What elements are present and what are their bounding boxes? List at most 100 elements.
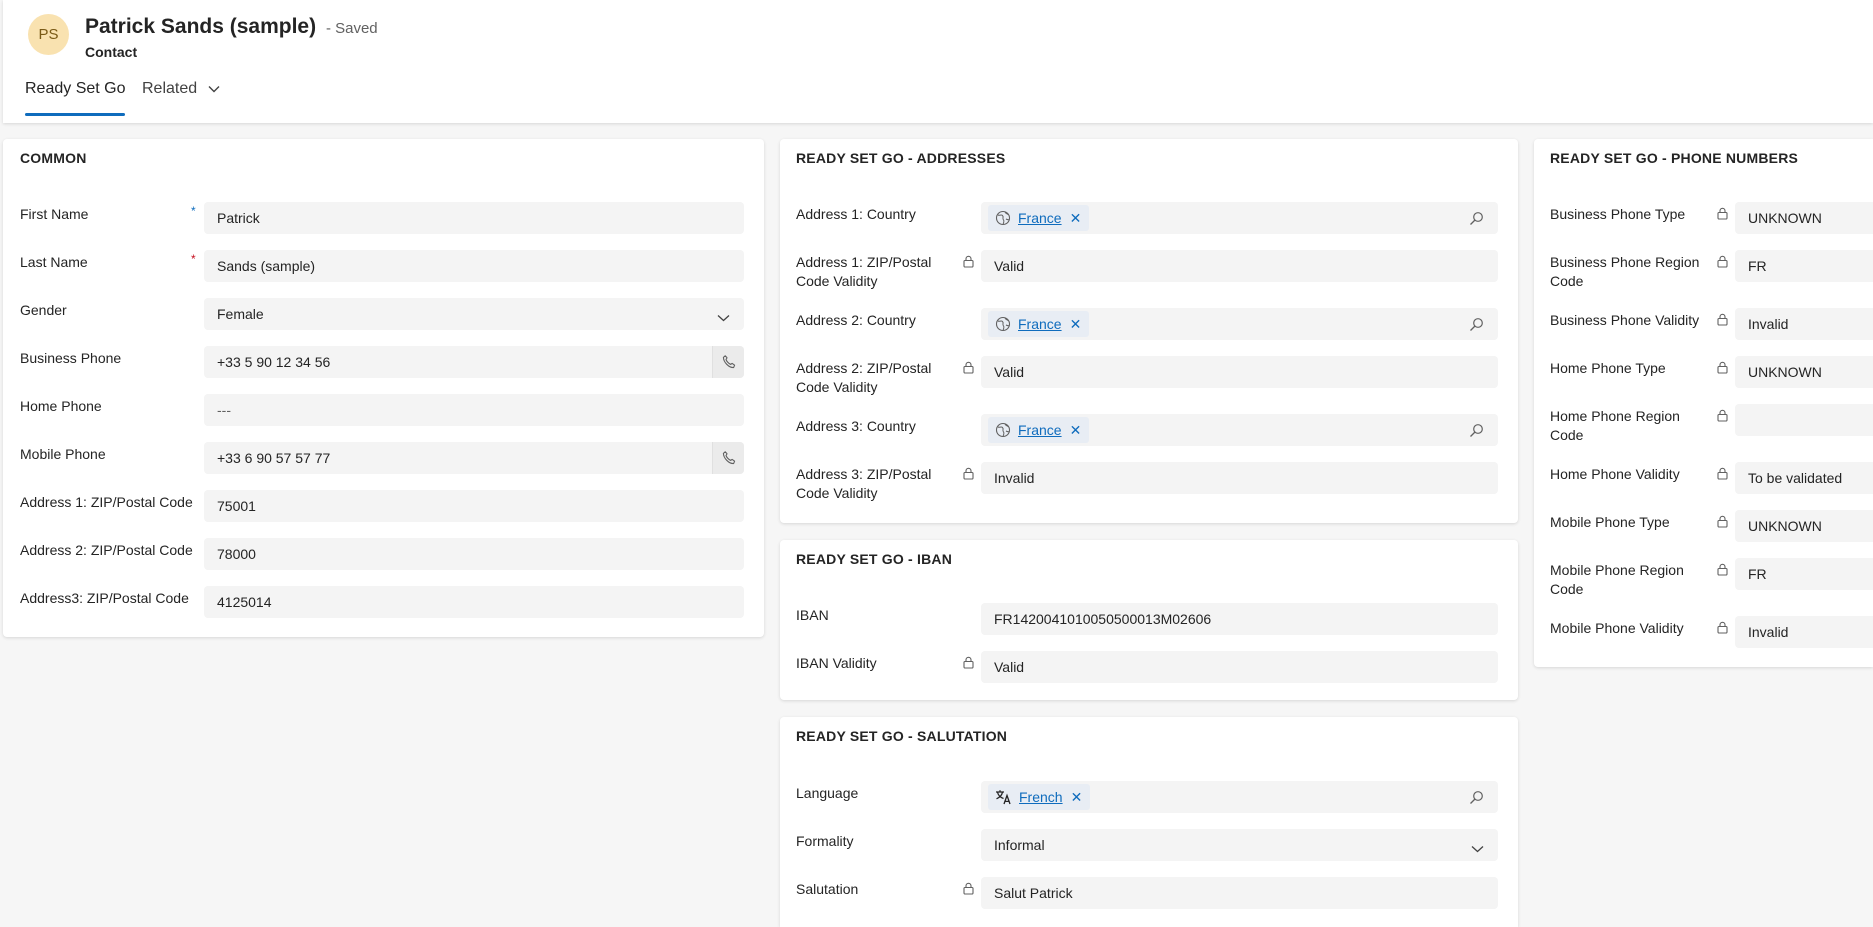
label-mobile-phone-validity: Mobile Phone Validity <box>1550 620 1684 636</box>
lock-icon <box>1717 515 1728 533</box>
label-line: Code <box>1550 427 1584 443</box>
label-address3-zip-validity: Address 3: ZIP/Postal Code Validity <box>796 465 931 503</box>
lock-icon <box>1717 409 1728 427</box>
label-salutation: Salutation <box>796 881 859 897</box>
label-line: Address 2: ZIP/Postal <box>796 360 932 376</box>
tab-related[interactable]: Related <box>142 80 220 98</box>
search-icon[interactable] <box>1469 423 1484 441</box>
label-line: Code Validity <box>796 273 878 289</box>
field-value: Invalid <box>994 470 1035 486</box>
country-link[interactable]: France <box>1018 210 1062 226</box>
chevron-down-icon <box>717 309 730 325</box>
field-value: Valid <box>994 258 1025 274</box>
language-link[interactable]: French <box>1019 789 1063 805</box>
first-name-field[interactable]: Patrick <box>204 202 744 234</box>
lock-icon <box>1717 255 1728 273</box>
entity-name: Contact <box>85 44 138 60</box>
field-value: Informal <box>994 837 1045 853</box>
tab-label: Related <box>142 80 198 98</box>
search-icon[interactable] <box>1469 317 1484 335</box>
lock-icon <box>963 656 974 674</box>
field-value: 78000 <box>217 546 256 562</box>
iban-validity-field: Valid <box>981 651 1498 683</box>
close-icon[interactable]: ✕ <box>1070 210 1082 227</box>
address1-zip-field[interactable]: 75001 <box>204 490 744 522</box>
field-value: Salut Patrick <box>994 885 1073 901</box>
label-line: Code Validity <box>796 379 878 395</box>
lock-icon <box>963 255 974 273</box>
mobile-phone-region-field: FR <box>1735 558 1873 590</box>
call-mobile-phone-button[interactable] <box>712 442 744 474</box>
formality-dropdown[interactable]: Informal <box>981 829 1498 861</box>
label-business-phone-validity: Business Phone Validity <box>1550 312 1700 328</box>
field-value: Valid <box>994 364 1025 380</box>
business-phone-field[interactable]: +33 5 90 12 34 56 <box>204 346 744 378</box>
label-line: Home Phone Region <box>1550 408 1680 424</box>
country-link[interactable]: France <box>1018 422 1062 438</box>
lock-icon <box>1717 313 1728 331</box>
field-value: 4125014 <box>217 594 272 610</box>
label-line: Business Phone Region <box>1550 254 1700 270</box>
label-home-phone-type: Home Phone Type <box>1550 360 1666 376</box>
close-icon[interactable]: ✕ <box>1070 422 1082 439</box>
business-phone-region-field: FR <box>1735 250 1873 282</box>
field-value: Female <box>217 306 264 322</box>
recommended-indicator: * <box>191 204 196 218</box>
search-icon[interactable] <box>1469 790 1484 808</box>
last-name-field[interactable]: Sands (sample) <box>204 250 744 282</box>
language-lookup[interactable]: French ✕ <box>981 781 1498 813</box>
field-value: FR <box>1748 258 1767 274</box>
field-value: FR1420041010050500013M02606 <box>994 611 1212 627</box>
address3-zip-field[interactable]: 4125014 <box>204 586 744 618</box>
salutation-field: Salut Patrick <box>981 877 1498 909</box>
address3-zip-validity-field: Invalid <box>981 462 1498 494</box>
close-icon[interactable]: ✕ <box>1071 789 1083 806</box>
section-title-addresses: READY SET GO - ADDRESSES <box>796 150 1006 166</box>
country-chip[interactable]: France ✕ <box>988 205 1090 231</box>
lock-icon <box>963 467 974 485</box>
label-business-phone: Business Phone <box>20 350 122 366</box>
search-icon[interactable] <box>1469 211 1484 229</box>
home-phone-field[interactable]: --- <box>204 394 744 426</box>
home-phone-type-field: UNKNOWN <box>1735 356 1873 388</box>
country-chip[interactable]: France ✕ <box>988 417 1090 443</box>
mobile-phone-field[interactable]: +33 6 90 57 57 77 <box>204 442 744 474</box>
tab-label: Ready Set Go <box>25 80 126 97</box>
address1-country-lookup[interactable]: France ✕ <box>981 202 1498 234</box>
address2-zip-field[interactable]: 78000 <box>204 538 744 570</box>
country-link[interactable]: France <box>1018 316 1062 332</box>
label-first-name: First Name <box>20 206 89 222</box>
label-business-phone-region: Business Phone Region Code <box>1550 253 1699 291</box>
label-mobile-phone-type: Mobile Phone Type <box>1550 514 1670 530</box>
business-phone-validity-field: Invalid <box>1735 308 1873 340</box>
address1-zip-validity-field: Valid <box>981 250 1498 282</box>
label-business-phone-type: Business Phone Type <box>1550 206 1686 222</box>
address2-country-lookup[interactable]: France ✕ <box>981 308 1498 340</box>
save-status: - Saved <box>325 20 378 37</box>
language-chip[interactable]: French ✕ <box>988 784 1091 810</box>
lock-icon <box>1717 207 1728 225</box>
label-address3-country: Address 3: Country <box>796 418 916 434</box>
label-address3-zip: Address3: ZIP/Postal Code <box>20 590 189 606</box>
label-address2-zip-validity: Address 2: ZIP/Postal Code Validity <box>796 359 931 397</box>
label-language: Language <box>796 785 859 801</box>
label-address2-zip: Address 2: ZIP/Postal Code <box>20 542 193 558</box>
field-value: To be validated <box>1748 470 1843 486</box>
label-last-name: Last Name <box>20 254 88 270</box>
address3-country-lookup[interactable]: France ✕ <box>981 414 1498 446</box>
mobile-phone-type-field: UNKNOWN <box>1735 510 1873 542</box>
field-value: +33 5 90 12 34 56 <box>217 354 331 370</box>
label-mobile-phone: Mobile Phone <box>20 446 106 462</box>
label-line: Address 1: ZIP/Postal <box>796 254 932 270</box>
lock-icon <box>1717 563 1728 581</box>
label-iban-validity: IBAN Validity <box>796 655 877 671</box>
label-address1-zip-validity: Address 1: ZIP/Postal Code Validity <box>796 253 931 291</box>
country-chip[interactable]: France ✕ <box>988 311 1090 337</box>
call-business-phone-button[interactable] <box>712 346 744 378</box>
field-value: +33 6 90 57 57 77 <box>217 450 331 466</box>
business-phone-type-field: UNKNOWN <box>1735 202 1873 234</box>
gender-dropdown[interactable]: Female <box>204 298 744 330</box>
tab-ready-set-go[interactable]: Ready Set Go <box>25 80 126 98</box>
close-icon[interactable]: ✕ <box>1070 316 1082 333</box>
iban-field[interactable]: FR1420041010050500013M02606 <box>981 603 1498 635</box>
